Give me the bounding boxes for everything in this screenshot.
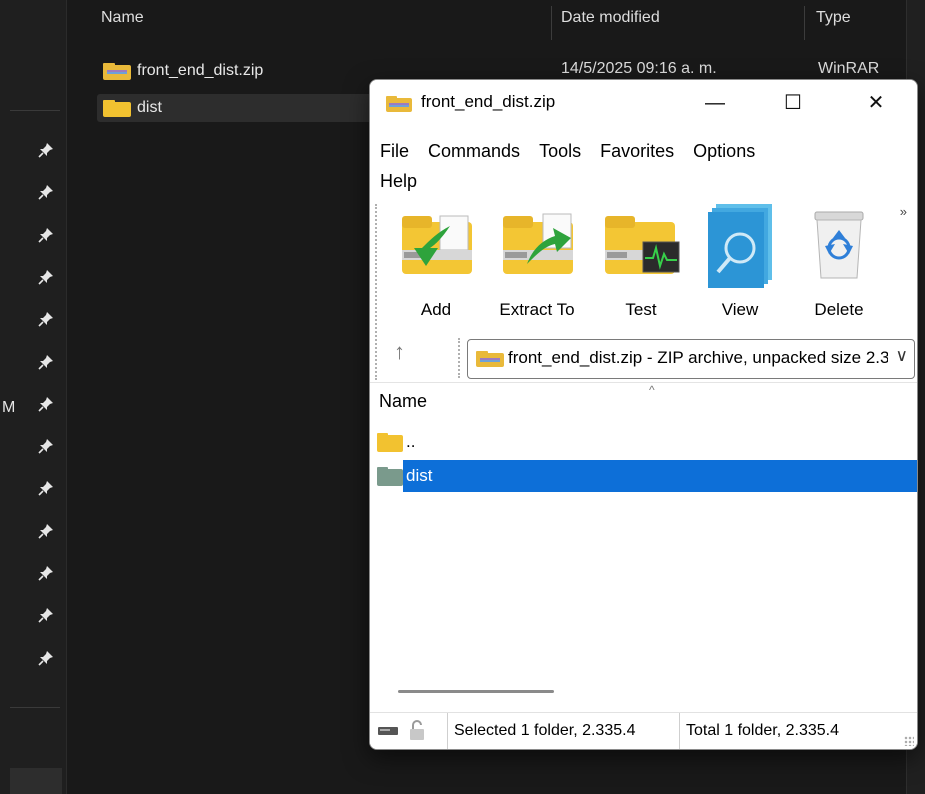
menu-favorites[interactable]: Favorites	[600, 136, 674, 166]
add-label: Add	[420, 300, 452, 319]
pin-icon[interactable]	[36, 142, 56, 162]
file-name: dist	[137, 99, 162, 116]
view-icon	[708, 204, 772, 288]
status-bar: Selected 1 folder, 2.335.4 Total 1 folde…	[370, 712, 917, 749]
menu-options[interactable]: Options	[693, 136, 755, 166]
chevron-down-icon[interactable]: ∨	[896, 346, 908, 366]
horizontal-scrollbar[interactable]	[398, 690, 554, 693]
menu-help[interactable]: Help	[380, 166, 417, 196]
test-archive-icon	[605, 216, 680, 274]
extract-to-label: Extract To	[499, 300, 575, 319]
column-divider[interactable]	[551, 6, 552, 40]
minimize-button[interactable]: —	[692, 80, 738, 126]
recycle-bin-icon	[814, 211, 864, 279]
address-text: front_end_dist.zip - ZIP archive, unpack…	[508, 348, 888, 367]
file-type: WinRAR	[818, 60, 880, 77]
menu-tools[interactable]: Tools	[539, 136, 581, 166]
toolbar-overflow-button[interactable]: »	[900, 204, 907, 219]
menu-commands[interactable]: Commands	[428, 136, 520, 166]
pin-icon[interactable]	[36, 523, 56, 543]
nav-separator	[10, 707, 60, 708]
delete-button[interactable]: Delete	[794, 208, 884, 326]
pin-icon[interactable]	[36, 565, 56, 585]
extract-to-icon	[503, 213, 573, 274]
pin-icon[interactable]	[36, 396, 56, 416]
test-label: Test	[625, 300, 657, 319]
test-button[interactable]: Test	[596, 208, 686, 326]
window-title: front_end_dist.zip	[421, 92, 556, 111]
pin-icon[interactable]	[36, 184, 56, 204]
nav-item-selected[interactable]	[10, 768, 62, 794]
view-label: View	[721, 300, 759, 319]
view-button[interactable]: View	[695, 204, 785, 326]
column-header-date[interactable]: Date modified	[561, 0, 660, 36]
folder-icon	[377, 467, 403, 486]
file-name: front_end_dist.zip	[137, 62, 264, 79]
pin-icon[interactable]	[36, 650, 56, 670]
file-row[interactable]: dist	[97, 94, 397, 122]
list-item-parent[interactable]: ..	[370, 426, 917, 458]
add-archive-icon	[402, 215, 472, 274]
file-date: 14/5/2025 09:16 a. m.	[561, 60, 717, 77]
nav-item-fragment[interactable]: M	[2, 399, 15, 417]
resize-grip[interactable]	[904, 736, 914, 746]
navigation-pane: M	[0, 0, 67, 794]
address-dropdown[interactable]: front_end_dist.zip - ZIP archive, unpack…	[467, 339, 915, 379]
pin-icon[interactable]	[36, 607, 56, 627]
pin-icon[interactable]	[36, 269, 56, 289]
lock-open-icon[interactable]	[410, 720, 424, 740]
winrar-archive-icon	[476, 351, 504, 367]
pin-icon[interactable]	[36, 438, 56, 458]
title-bar[interactable]: front_end_dist.zip — ☐ ✕	[370, 80, 917, 126]
nav-separator	[10, 110, 60, 111]
maximize-button[interactable]: ☐	[770, 80, 816, 126]
menu-bar: File Commands Tools Favorites Options He…	[380, 136, 850, 196]
file-row[interactable]: front_end_dist.zip	[97, 57, 397, 85]
list-item-name: dist	[403, 460, 917, 492]
column-header-name[interactable]: Name	[379, 391, 427, 412]
winrar-archive-icon	[103, 63, 131, 80]
list-item-name: ..	[406, 432, 416, 451]
pin-icon[interactable]	[36, 227, 56, 247]
pin-icon[interactable]	[36, 480, 56, 500]
pin-icon[interactable]	[36, 354, 56, 374]
drive-icon	[378, 727, 398, 735]
folder-icon	[103, 100, 131, 117]
address-grip[interactable]	[458, 338, 460, 378]
up-folder-button[interactable]: ↑	[394, 339, 405, 365]
toolbar-grip[interactable]	[375, 204, 379, 380]
menu-file[interactable]: File	[380, 136, 409, 166]
status-total-text: Total 1 folder, 2.335.4	[679, 713, 906, 749]
column-header-name[interactable]: Name	[101, 0, 144, 36]
winrar-window: front_end_dist.zip — ☐ ✕ File Commands T…	[369, 79, 918, 750]
extract-to-button[interactable]: Extract To	[492, 208, 582, 326]
close-button[interactable]: ✕	[853, 80, 899, 126]
column-divider[interactable]	[804, 6, 805, 40]
status-selected-text: Selected 1 folder, 2.335.4	[447, 713, 686, 749]
list-item-dist[interactable]: dist	[370, 460, 917, 492]
column-header-type[interactable]: Type	[816, 0, 851, 36]
delete-label: Delete	[814, 300, 864, 319]
pin-icon[interactable]	[36, 311, 56, 331]
winrar-archive-icon	[386, 96, 412, 112]
add-button[interactable]: Add	[391, 208, 481, 326]
sort-ascending-icon: ^	[649, 383, 655, 397]
folder-icon	[377, 433, 403, 452]
